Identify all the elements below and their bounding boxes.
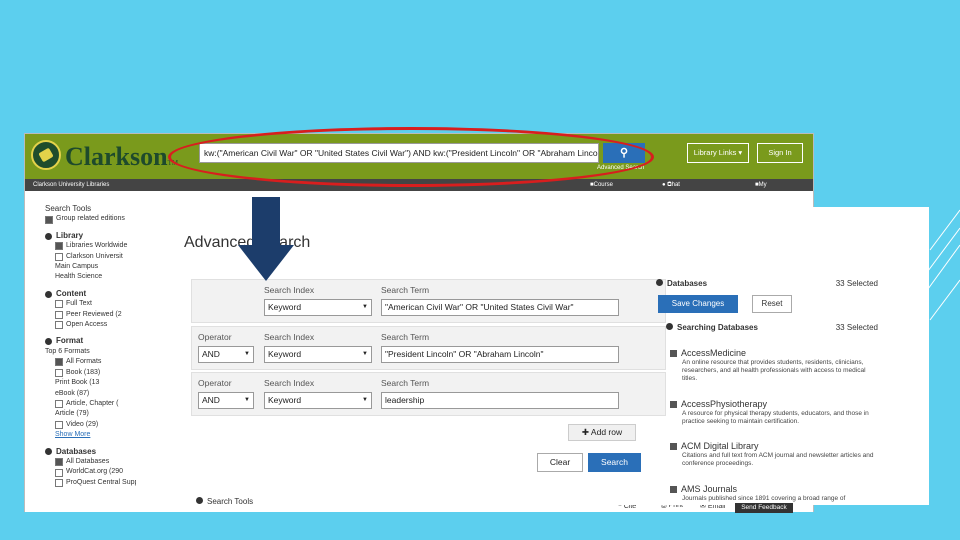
operator-select[interactable]: AND ▼ — [198, 392, 254, 409]
search-row-1: Search Index Search Term Keyword ▼ "Ameri… — [191, 279, 666, 323]
search-term-label: Search Term — [381, 332, 430, 342]
search-term-input[interactable]: "President Lincoln" OR "Abraham Lincoln" — [381, 346, 619, 363]
down-arrow-icon — [238, 197, 294, 281]
database-item[interactable]: AccessPhysiotherapy A resource for physi… — [670, 399, 880, 426]
search-index-label: Search Index — [264, 332, 315, 342]
chevron-down-icon: ▼ — [244, 351, 250, 357]
reset-button[interactable]: Reset — [752, 295, 792, 313]
library-name: Clarkson University Libraries — [33, 182, 110, 188]
clarkson-logo-icon — [31, 140, 61, 170]
chevron-down-icon: ▼ — [244, 397, 250, 403]
chevron-down-icon: ▼ — [362, 351, 368, 357]
clear-button[interactable]: Clear — [537, 453, 583, 472]
operator-select[interactable]: AND ▼ — [198, 346, 254, 363]
add-row-button[interactable]: ✚ Add row — [568, 424, 636, 441]
search-index-label: Search Index — [264, 285, 315, 295]
checkbox-checked-icon[interactable] — [670, 400, 677, 408]
checkbox-checked-icon[interactable] — [670, 485, 677, 493]
search-term-label: Search Term — [381, 285, 430, 295]
operator-label: Operator — [198, 378, 232, 388]
collapse-icon — [666, 323, 673, 330]
plus-icon: ✚ — [581, 427, 590, 437]
chevron-down-icon: ▼ — [362, 397, 368, 403]
sign-in-button[interactable]: Sign In — [757, 143, 803, 163]
my-items-link[interactable]: ■ My Items (0) — [755, 179, 773, 212]
databases-header[interactable]: Databases 33 Selected — [656, 279, 878, 288]
searching-databases-header[interactable]: Searching Databases 33 Selected — [666, 323, 878, 332]
search-highlight-oval — [168, 127, 654, 187]
database-item[interactable]: AMS Journals Journals published since 18… — [670, 484, 880, 503]
library-links-button[interactable]: Library Links ▾ — [687, 143, 749, 163]
slide-background-strip — [0, 512, 960, 540]
search-term-input[interactable]: leadership — [381, 392, 619, 409]
clarkson-logo: ClarksonTM — [65, 142, 179, 171]
checkbox-checked-icon[interactable] — [670, 442, 677, 450]
database-item[interactable]: AccessMedicine An online resource that p… — [670, 348, 880, 383]
search-submit-button[interactable]: Search — [588, 453, 641, 472]
search-tools-toggle[interactable]: Search Tools — [196, 497, 253, 505]
search-term-input[interactable]: "American Civil War" OR "United States C… — [381, 299, 619, 316]
checkbox-checked-icon[interactable] — [670, 349, 677, 357]
operator-label: Operator — [198, 332, 232, 342]
chat-librarian-link[interactable]: ● Chat with a librarian ⧉ — [662, 179, 689, 212]
search-term-label: Search Term — [381, 378, 430, 388]
search-index-label: Search Index — [264, 378, 315, 388]
search-row-2: Operator Search Index Search Term AND ▼ K… — [191, 326, 666, 370]
search-index-select[interactable]: Keyword ▼ — [264, 392, 372, 409]
send-feedback-button[interactable]: Send Feedback — [735, 503, 793, 513]
course-reserves-link[interactable]: ■ Course Reserves — [590, 179, 619, 200]
collapse-icon — [656, 279, 663, 286]
databases-panel: Databases 33 Selected Save Changes Reset … — [656, 279, 878, 502]
search-row-3: Operator Search Index Search Term AND ▼ K… — [191, 372, 666, 416]
save-changes-button[interactable]: Save Changes — [658, 295, 738, 313]
search-index-select[interactable]: Keyword ▼ — [264, 299, 372, 316]
search-index-select[interactable]: Keyword ▼ — [264, 346, 372, 363]
chevron-down-icon: ▼ — [362, 304, 368, 310]
database-item[interactable]: ACM Digital Library Citations and full t… — [670, 441, 880, 468]
